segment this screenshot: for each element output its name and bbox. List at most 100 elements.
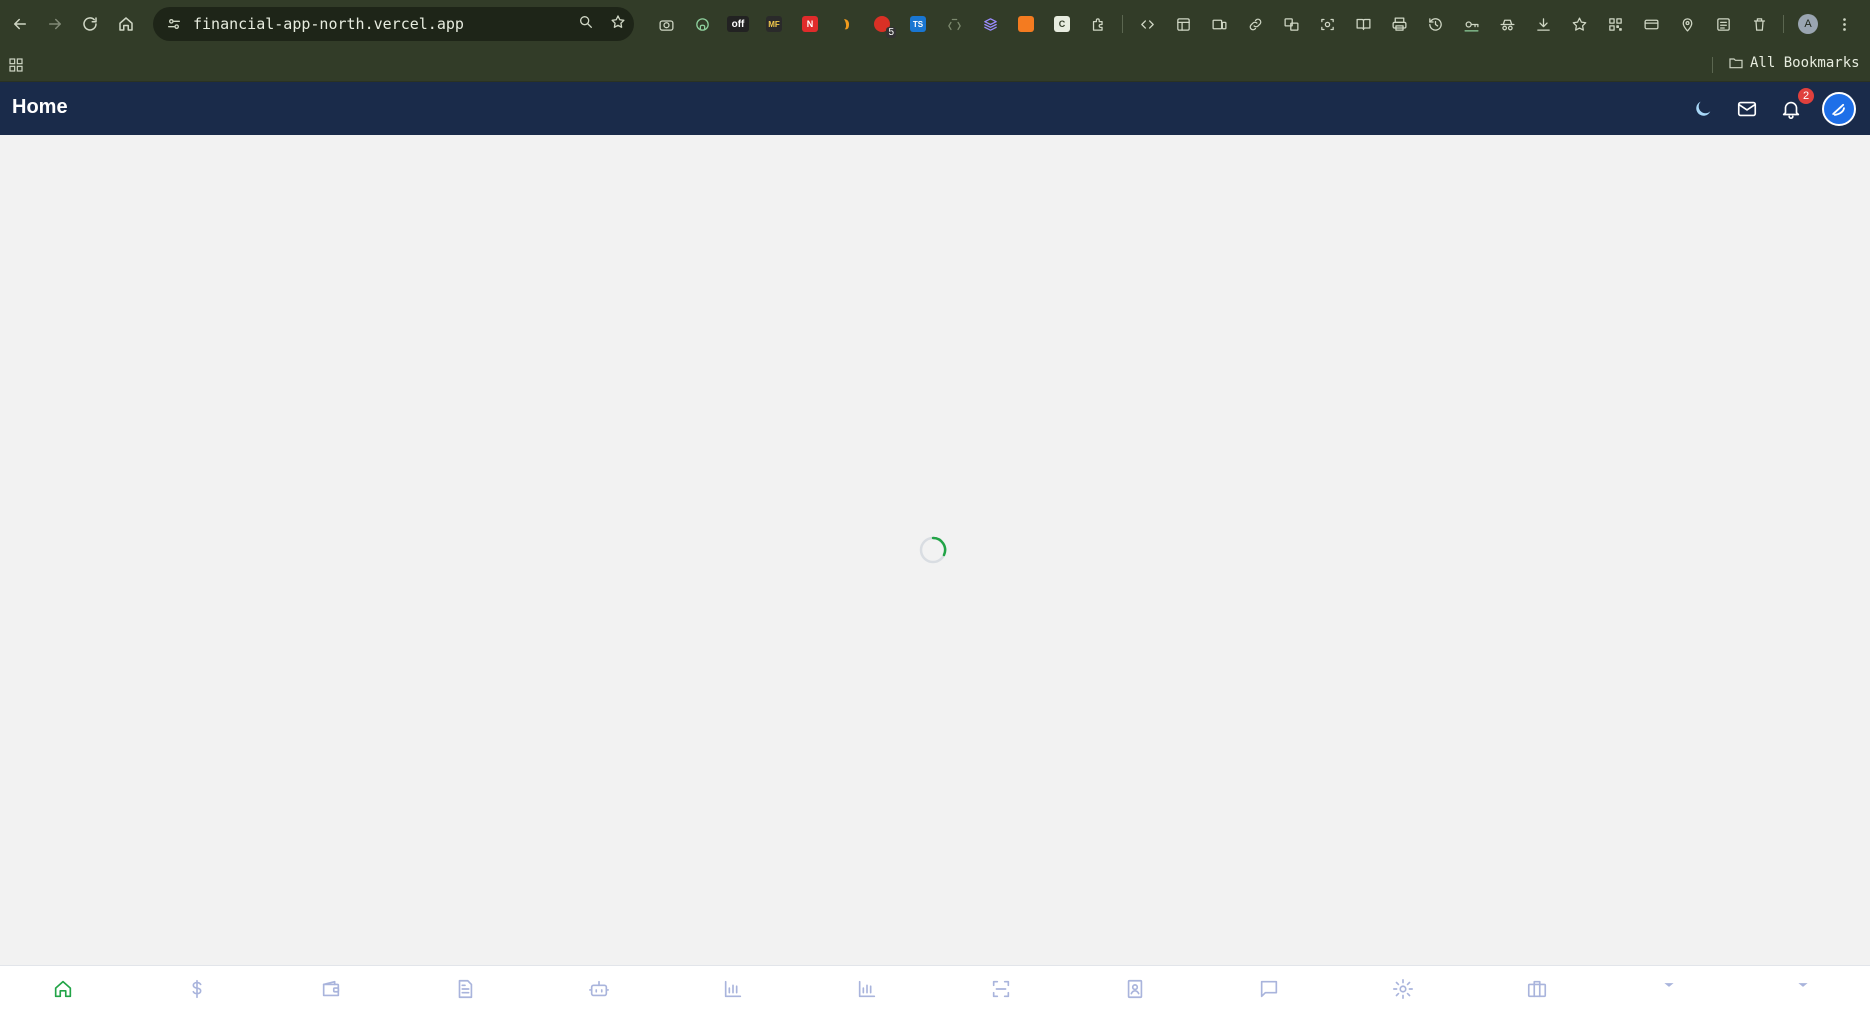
translate-icon[interactable] bbox=[1273, 8, 1309, 40]
history-icon[interactable] bbox=[1417, 8, 1453, 40]
nav-settings[interactable] bbox=[1390, 976, 1416, 1002]
forward-arrow-icon bbox=[49, 18, 61, 30]
code-icon[interactable] bbox=[1129, 8, 1165, 40]
notifications-button[interactable]: 2 bbox=[1778, 88, 1814, 122]
gear-icon bbox=[1393, 979, 1413, 999]
browser-toolbar: financial-app-north.vercel.app off MF N … bbox=[0, 0, 1870, 48]
bookmarks-bar: All Bookmarks bbox=[0, 48, 1870, 82]
card-icon[interactable] bbox=[1633, 8, 1669, 40]
scan-icon bbox=[992, 980, 1010, 998]
fox-extension-icon[interactable] bbox=[1008, 8, 1044, 40]
camera-icon[interactable] bbox=[648, 8, 684, 40]
briefcase-icon bbox=[1527, 980, 1547, 998]
responsive-icon[interactable] bbox=[1201, 8, 1237, 40]
github-icon[interactable] bbox=[684, 8, 720, 40]
layers-icon[interactable] bbox=[972, 8, 1008, 40]
loading-spinner-icon bbox=[919, 536, 947, 564]
orange-extension-icon[interactable] bbox=[828, 8, 864, 40]
nav-bot[interactable] bbox=[586, 976, 612, 1002]
bar-chart-icon bbox=[724, 980, 742, 998]
site-info-button[interactable] bbox=[157, 7, 191, 41]
reload-button[interactable] bbox=[72, 6, 108, 42]
nav-contacts[interactable] bbox=[1122, 976, 1148, 1002]
dollar-icon bbox=[192, 979, 202, 999]
user-avatar[interactable] bbox=[1822, 92, 1856, 126]
link-icon[interactable] bbox=[1237, 8, 1273, 40]
location-pin-icon[interactable] bbox=[1669, 8, 1705, 40]
url-text[interactable]: financial-app-north.vercel.app bbox=[193, 15, 464, 33]
dark-mode-toggle[interactable] bbox=[1690, 96, 1716, 122]
reload-icon bbox=[83, 17, 97, 31]
app-header: Home 2 bbox=[0, 82, 1870, 135]
toolbar-divider bbox=[1122, 15, 1123, 33]
document-icon bbox=[458, 979, 473, 999]
puzzle-icon[interactable] bbox=[1080, 8, 1116, 40]
reader-icon[interactable] bbox=[1345, 8, 1381, 40]
bar-chart-icon bbox=[858, 980, 876, 998]
page-title: Home bbox=[12, 96, 68, 118]
qr-code-icon[interactable] bbox=[1597, 8, 1633, 40]
password-key-icon[interactable] bbox=[1453, 8, 1489, 40]
home-outline-icon bbox=[119, 17, 133, 31]
bell-icon bbox=[1782, 101, 1800, 119]
apps-grid-icon[interactable] bbox=[8, 57, 24, 73]
nav-more-2[interactable] bbox=[1790, 972, 1816, 998]
trash-icon[interactable] bbox=[1741, 8, 1777, 40]
favorites-icon[interactable] bbox=[1561, 8, 1597, 40]
home-icon bbox=[54, 980, 72, 998]
screenshot-icon[interactable] bbox=[1309, 8, 1345, 40]
bookmarks-divider bbox=[1712, 57, 1713, 73]
red-badge-extension-icon[interactable]: 5 bbox=[864, 8, 900, 40]
message-icon bbox=[1260, 980, 1278, 998]
c-extension-icon[interactable]: C bbox=[1044, 8, 1080, 40]
back-button[interactable] bbox=[2, 6, 38, 42]
all-bookmarks-label: All Bookmarks bbox=[1750, 55, 1860, 71]
nav-business[interactable] bbox=[1524, 976, 1550, 1002]
ts-extension-icon[interactable]: TS bbox=[900, 8, 936, 40]
bot-icon bbox=[589, 980, 609, 997]
moon-icon bbox=[1696, 101, 1711, 116]
tune-icon bbox=[168, 19, 180, 29]
toolbar-divider-2 bbox=[1783, 15, 1784, 33]
bottom-nav bbox=[0, 965, 1870, 1009]
nav-chart-1[interactable] bbox=[720, 976, 746, 1002]
layout-icon[interactable] bbox=[1165, 8, 1201, 40]
address-bar[interactable]: financial-app-north.vercel.app bbox=[153, 7, 634, 41]
download-icon[interactable] bbox=[1525, 8, 1561, 40]
nav-scan[interactable] bbox=[988, 976, 1014, 1002]
mail-button[interactable] bbox=[1734, 96, 1760, 122]
notification-count-badge: 2 bbox=[1798, 88, 1814, 104]
home-button[interactable] bbox=[108, 6, 144, 42]
nav-home[interactable] bbox=[50, 976, 76, 1002]
reading-list-icon[interactable] bbox=[1705, 8, 1741, 40]
browser-menu-button[interactable] bbox=[1826, 8, 1862, 40]
nav-more-1[interactable] bbox=[1656, 972, 1682, 998]
contact-book-icon bbox=[1127, 979, 1143, 999]
incognito-icon[interactable] bbox=[1489, 8, 1525, 40]
profile-button[interactable]: A bbox=[1790, 8, 1826, 40]
folder-icon bbox=[1729, 58, 1743, 69]
zoom-icon[interactable] bbox=[578, 14, 594, 35]
red-n-extension-icon[interactable]: N bbox=[792, 8, 828, 40]
nav-documents[interactable] bbox=[452, 976, 478, 1002]
mail-icon bbox=[1737, 101, 1757, 117]
forward-button[interactable] bbox=[37, 6, 73, 42]
caret-down-icon bbox=[1664, 983, 1674, 987]
back-arrow-icon bbox=[14, 18, 26, 30]
bookmark-star-icon[interactable] bbox=[610, 14, 626, 35]
recycle-icon[interactable] bbox=[936, 8, 972, 40]
off-extension-icon[interactable]: off bbox=[720, 8, 756, 40]
print-icon[interactable] bbox=[1381, 8, 1417, 40]
avatar-logo-icon bbox=[1832, 103, 1845, 116]
wallet-icon bbox=[322, 980, 340, 997]
main-content bbox=[0, 135, 1870, 965]
caret-down-icon bbox=[1798, 983, 1808, 987]
mf-extension-icon[interactable]: MF bbox=[756, 8, 792, 40]
header-actions: 2 bbox=[1690, 88, 1856, 128]
kebab-menu-icon bbox=[1842, 17, 1846, 31]
all-bookmarks-button[interactable]: All Bookmarks bbox=[1728, 55, 1860, 71]
nav-messages[interactable] bbox=[1256, 976, 1282, 1002]
nav-wallet[interactable] bbox=[318, 976, 344, 1002]
nav-money[interactable] bbox=[184, 976, 210, 1002]
nav-chart-2[interactable] bbox=[854, 976, 880, 1002]
